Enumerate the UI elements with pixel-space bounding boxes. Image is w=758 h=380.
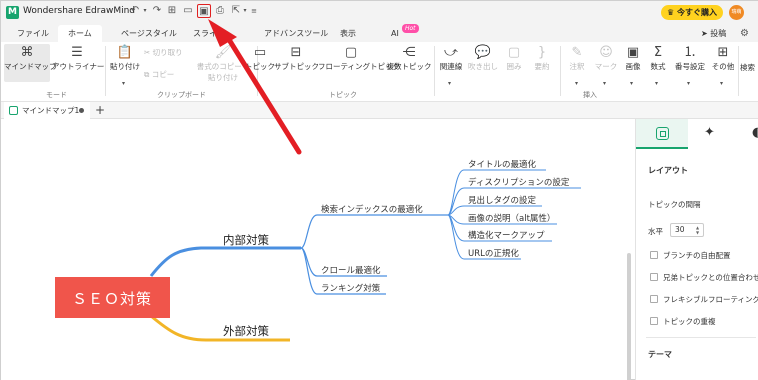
app-window: M Wondershare EdrawMind ↶ ▾ ↷ ⊞ ▭ ▣ ⎙ ⇱ … <box>0 0 758 380</box>
annotation-arrow <box>208 19 302 155</box>
arrow-shaft <box>225 35 302 155</box>
